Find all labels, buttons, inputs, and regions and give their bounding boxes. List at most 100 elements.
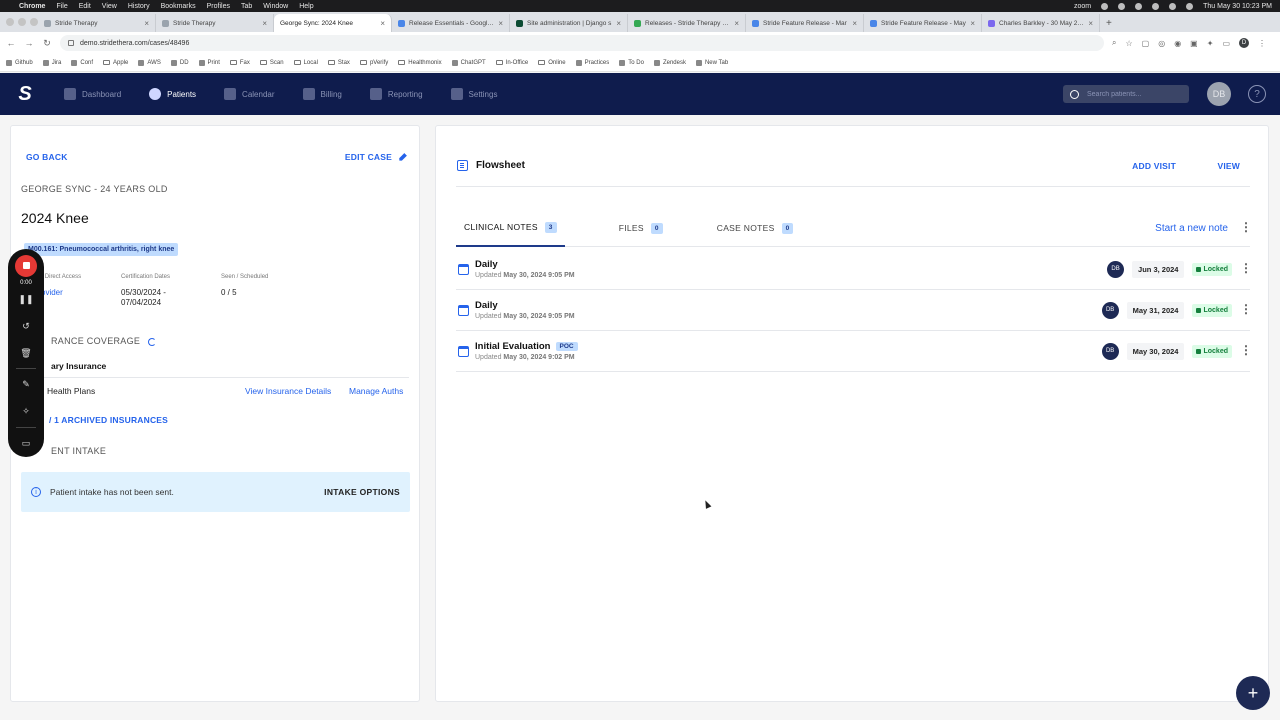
tray-icon[interactable] <box>1152 2 1160 10</box>
bookmark-dd[interactable]: DD <box>170 59 189 66</box>
view-insurance-details-link[interactable]: View Insurance Details <box>245 386 331 396</box>
more-options-icon[interactable]: ⋮ <box>1240 221 1252 234</box>
browser-tab[interactable]: Stride Feature Release - Mar × <box>746 14 864 32</box>
minimize-window-icon[interactable] <box>18 18 26 26</box>
menu-clock[interactable]: Thu May 30 10:23 PM <box>1203 3 1272 10</box>
chrome-menu-icon[interactable]: ⋮ <box>1258 39 1266 48</box>
intake-options-button[interactable]: INTAKE OPTIONS <box>324 487 400 497</box>
reload-icon[interactable]: ↻ <box>42 38 52 49</box>
bookmark-scan[interactable]: Scan <box>259 60 284 66</box>
go-back-link[interactable]: GO BACK <box>26 152 68 162</box>
nav-reporting[interactable]: Reporting <box>369 88 423 100</box>
url-bar[interactable]: demo.stridethera.com/cases/48496 <box>60 35 1104 51</box>
bookmark-online[interactable]: Online <box>538 60 566 66</box>
note-row[interactable]: Initial Evaluation POC Updated May 30, 20… <box>456 331 1252 372</box>
menu-profiles[interactable]: Profiles <box>207 3 230 10</box>
edit-case-button[interactable]: EDIT CASE <box>345 152 407 162</box>
refresh-icon[interactable] <box>148 337 157 346</box>
patient-search-input[interactable] <box>1087 90 1177 98</box>
more-options-icon[interactable]: ⋮ <box>1240 303 1252 316</box>
menu-bookmarks[interactable]: Bookmarks <box>161 3 196 10</box>
menu-app-name[interactable]: Chrome <box>19 3 45 10</box>
sidebar-icon[interactable]: ▭ <box>1222 39 1230 48</box>
menu-window[interactable]: Window <box>263 3 288 10</box>
browser-tab[interactable]: Releases - Stride Therapy - G × <box>628 14 746 32</box>
wifi-icon[interactable] <box>1169 2 1177 10</box>
nav-calendar[interactable]: Calendar <box>224 88 275 100</box>
browser-tab[interactable]: Charles Barkley - 30 May 202 × <box>982 14 1100 32</box>
bookmark-stax[interactable]: Stax <box>327 60 350 66</box>
nav-billing[interactable]: Billing <box>302 88 342 100</box>
note-row[interactable]: Daily Updated May 30, 2024 9:05 PM DB Ma… <box>456 290 1252 331</box>
bookmark-jira[interactable]: Jira <box>42 59 61 66</box>
close-tab-icon[interactable]: × <box>144 19 149 28</box>
profile-avatar[interactable]: D <box>1239 38 1249 48</box>
close-window-icon[interactable] <box>6 18 14 26</box>
browser-tab[interactable]: Stride Therapy × <box>156 14 274 32</box>
note-row[interactable]: Daily Updated May 30, 2024 9:05 PM DB Ju… <box>456 249 1252 290</box>
close-tab-icon[interactable]: × <box>734 19 739 28</box>
add-visit-button[interactable]: ADD VISIT <box>1132 161 1176 171</box>
close-tab-icon[interactable]: × <box>970 19 975 28</box>
bookmark-zendesk[interactable]: Zendesk <box>653 59 686 66</box>
provider-link[interactable]: ovider <box>41 288 63 298</box>
extension-icon[interactable]: ▢ <box>1142 39 1150 48</box>
zoom-tray-label[interactable]: zoom <box>1074 3 1091 10</box>
menu-tab[interactable]: Tab <box>241 3 252 10</box>
menu-help[interactable]: Help <box>299 3 313 10</box>
menu-view[interactable]: View <box>102 3 117 10</box>
bookmark-new-tab[interactable]: New Tab <box>695 59 728 66</box>
bookmark-practices[interactable]: Practices <box>575 59 609 66</box>
bookmark-in-office[interactable]: In-Office <box>495 60 528 66</box>
menu-file[interactable]: File <box>56 3 67 10</box>
browser-tab[interactable]: Release Essentials - Google D × <box>392 14 510 32</box>
tab-case-notes[interactable]: CASE NOTES 0 <box>709 210 802 247</box>
stop-recording-button[interactable] <box>15 255 37 277</box>
bookmark-star-icon[interactable]: ☆ <box>1125 39 1132 48</box>
tray-icon[interactable] <box>1118 2 1126 10</box>
extension-icon[interactable]: ▣ <box>1190 39 1198 48</box>
browser-tab[interactable]: Stride Feature Release - May × <box>864 14 982 32</box>
bookmark-aws[interactable]: AWS <box>138 59 161 66</box>
zoom-magnifier-icon[interactable]: ⌕ <box>1112 38 1116 48</box>
tray-icon[interactable] <box>1101 2 1109 10</box>
browser-tab[interactable]: Stride Therapy × <box>38 14 156 32</box>
nav-patients[interactable]: Patients <box>149 88 196 100</box>
nav-settings[interactable]: Settings <box>450 88 497 100</box>
camera-icon[interactable]: ▭ <box>11 430 41 457</box>
close-tab-icon[interactable]: × <box>1088 19 1093 28</box>
menu-history[interactable]: History <box>128 3 150 10</box>
bookmark-apple[interactable]: Apple <box>103 60 128 66</box>
manage-auths-link[interactable]: Manage Auths <box>349 386 403 396</box>
bookmark-to-do[interactable]: To Do <box>619 59 644 66</box>
archived-insurances-link[interactable]: / 1 ARCHIVED INSURANCES <box>49 415 168 425</box>
bookmark-local[interactable]: Local <box>293 60 318 66</box>
browser-tab-active[interactable]: George Sync: 2024 Knee × <box>274 14 392 32</box>
bookmark-pverify[interactable]: pVerify <box>359 60 388 66</box>
tab-files[interactable]: FILES 0 <box>611 210 671 247</box>
menu-edit[interactable]: Edit <box>79 3 91 10</box>
close-tab-icon[interactable]: × <box>498 19 503 28</box>
bookmark-fax[interactable]: Fax <box>229 60 250 66</box>
browser-tab[interactable]: Site administration | Django s × <box>510 14 628 32</box>
search-icon[interactable] <box>1186 2 1194 10</box>
start-new-note-link[interactable]: Start a new note <box>1155 223 1228 234</box>
close-tab-icon[interactable]: × <box>852 19 857 28</box>
tab-clinical-notes[interactable]: CLINICAL NOTES 3 <box>456 210 565 247</box>
bookmark-print[interactable]: Print <box>198 59 220 66</box>
stride-logo-icon[interactable]: S <box>14 83 36 105</box>
bookmark-chatgpt[interactable]: ChatGPT <box>451 59 486 66</box>
bookmark-conf[interactable]: Conf <box>71 59 93 66</box>
close-tab-icon[interactable]: × <box>262 19 267 28</box>
extension-icon[interactable]: ◉ <box>1174 39 1181 48</box>
new-tab-button[interactable]: + <box>1100 14 1118 32</box>
close-tab-icon[interactable]: × <box>616 19 621 28</box>
nav-dashboard[interactable]: Dashboard <box>64 88 121 100</box>
back-icon[interactable]: ← <box>6 38 16 48</box>
restart-icon[interactable]: ↺ <box>11 313 41 340</box>
draw-pen-icon[interactable]: ✎ <box>11 371 41 398</box>
bookmark-healthmonix[interactable]: Healthmonix <box>398 60 442 66</box>
extension-icon[interactable]: ◎ <box>1158 39 1165 48</box>
delete-icon[interactable]: 🗑 <box>11 340 41 367</box>
pause-icon[interactable]: ❚❚ <box>11 286 41 313</box>
